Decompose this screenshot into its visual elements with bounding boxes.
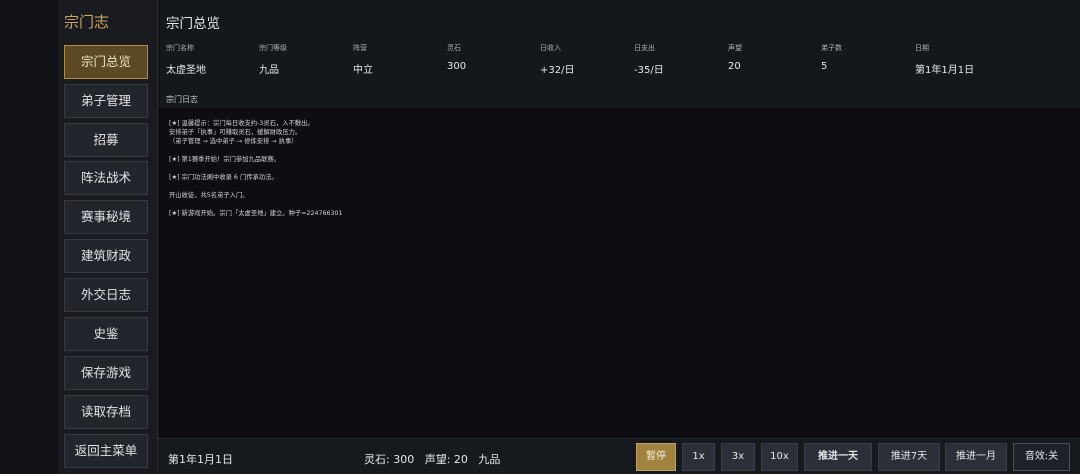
stat-value-spirit-stones: 300	[447, 61, 467, 72]
stat-label-date: 日期	[915, 44, 929, 52]
stat-label-disciple-count: 弟子数	[821, 44, 842, 52]
stat-label-sect-name: 宗门名称	[166, 44, 194, 52]
sidebar-item-buildings-finance[interactable]: 建筑财政	[64, 239, 148, 273]
status-resources: 灵石: 300 声望: 20 九品	[364, 453, 501, 466]
advance-day-button[interactable]: 推进一天	[804, 443, 872, 471]
speed-3x-button[interactable]: 3x	[721, 443, 755, 471]
sidebar-item-diplomacy-log[interactable]: 外交日志	[64, 278, 148, 312]
log-line: [★] 第1赛季开始！宗门参加九品联赛。	[169, 156, 281, 163]
sidebar-item-load-save[interactable]: 读取存档	[64, 395, 148, 429]
stat-value-date: 第1年1月1日	[915, 65, 975, 76]
stat-label-sect-rank: 宗门等级	[259, 44, 287, 52]
log-line: 安排弟子「执事」可赚取灵石，缓解财政压力。	[169, 129, 302, 136]
speed-1x-button[interactable]: 1x	[682, 443, 715, 471]
sidebar-item-save-game[interactable]: 保存游戏	[64, 356, 148, 390]
sect-log-panel[interactable]: [★] 温馨提示：宗门每日收支约-3灵石，入不敷出。 安排弟子「执事」可赚取灵石…	[158, 108, 1080, 438]
sidebar-item-disciples[interactable]: 弟子管理	[64, 84, 148, 118]
stat-label-faction: 阵营	[353, 44, 367, 52]
log-line: 开山收徒，共5名弟子入门。	[169, 192, 249, 199]
stat-label-spirit-stones: 灵石	[447, 44, 461, 52]
speed-10x-button[interactable]: 10x	[761, 443, 798, 471]
sound-toggle-button[interactable]: 音效:关	[1013, 443, 1070, 471]
log-line: （弟子管理 → 选中弟子 → 修炼安排 → 执事）	[169, 138, 298, 145]
main-panel: 宗门总览 宗门名称 太虚圣地 宗门等级 九品 阵营 中立 灵石 300 日收入 …	[158, 0, 1080, 474]
sidebar-item-main-menu[interactable]: 返回主菜单	[64, 434, 148, 468]
advance-month-button[interactable]: 推进一月	[945, 443, 1007, 471]
stat-value-daily-income: +32/日	[540, 65, 575, 76]
sidebar-item-recruit[interactable]: 招募	[64, 123, 148, 157]
sidebar-item-history[interactable]: 史鉴	[64, 317, 148, 351]
stat-label-daily-expense: 日支出	[634, 44, 655, 52]
stat-value-faction: 中立	[353, 65, 373, 76]
stat-label-daily-income: 日收入	[540, 44, 561, 52]
advance-7days-button[interactable]: 推进7天	[878, 443, 940, 471]
log-line: [★] 温馨提示：宗门每日收支约-3灵石，入不敷出。	[169, 120, 314, 127]
sidebar-item-overview[interactable]: 宗门总览	[64, 45, 148, 79]
left-margin	[0, 0, 58, 474]
stat-value-daily-expense: -35/日	[634, 65, 664, 76]
sidebar-title: 宗门志	[64, 13, 110, 31]
stat-value-reputation: 20	[728, 61, 741, 72]
status-bar: 第1年1月1日 灵石: 300 声望: 20 九品 暂停 1x 3x 10x 推…	[158, 438, 1080, 474]
stat-label-reputation: 声望	[728, 44, 742, 52]
log-title: 宗门日志	[166, 95, 198, 104]
stat-value-disciple-count: 5	[821, 61, 828, 72]
log-line: [★] 新游戏开始。宗门「太虚圣地」建立。种子=224766301	[169, 210, 343, 217]
log-line: [★] 宗门功法阁中收录 6 门传承功法。	[169, 174, 278, 181]
sidebar-item-formation-tactics[interactable]: 阵法战术	[64, 161, 148, 195]
status-date: 第1年1月1日	[168, 453, 233, 466]
sidebar: 宗门志 宗门总览 弟子管理 招募 阵法战术 赛事秘境 建筑财政 外交日志 史鉴 …	[58, 0, 158, 474]
page-title: 宗门总览	[166, 16, 220, 32]
stat-value-sect-rank: 九品	[259, 65, 279, 76]
stat-value-sect-name: 太虚圣地	[166, 65, 206, 76]
pause-button[interactable]: 暂停	[636, 443, 676, 471]
sidebar-item-tournament-realm[interactable]: 赛事秘境	[64, 200, 148, 234]
